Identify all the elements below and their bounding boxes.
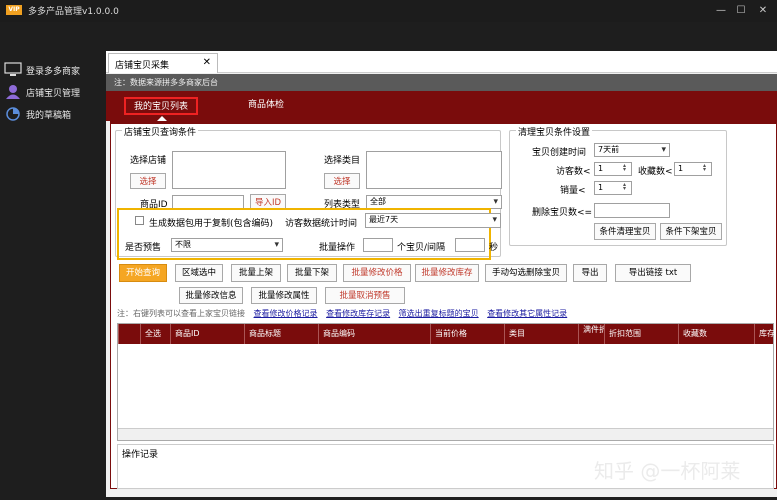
batch-op-label: 批量操作 bbox=[319, 243, 356, 253]
list-type-select[interactable]: 全部 bbox=[366, 195, 502, 209]
tab-my-products[interactable]: 我的宝贝列表 bbox=[124, 97, 198, 115]
shop-list-box[interactable] bbox=[172, 151, 286, 189]
clean-conditions-group: 清理宝贝条件设置 宝贝创建时间 7天前 访客数< 1 收藏数< 1 销量< 1 … bbox=[509, 125, 727, 246]
batch-edit-info-button[interactable]: 批量修改信息 bbox=[179, 287, 243, 304]
column-header-favorites[interactable]: 收藏数 bbox=[678, 324, 754, 344]
other-attr-record-link[interactable]: 查看修改其它属性记录 bbox=[487, 309, 567, 318]
offline-products-button[interactable]: 条件下架宝贝 bbox=[660, 223, 722, 240]
select-category-label: 选择类目 bbox=[324, 156, 361, 166]
category-list-box[interactable] bbox=[366, 151, 502, 189]
column-header-product-id[interactable]: 商品ID bbox=[170, 324, 244, 344]
delete-count-label: 删除宝贝数<= bbox=[532, 208, 593, 218]
visitors-input[interactable]: 1 bbox=[594, 162, 632, 176]
select-category-button[interactable]: 选择 bbox=[324, 173, 360, 189]
minimize-button[interactable]: — bbox=[714, 5, 728, 17]
maximize-button[interactable]: ☐ bbox=[734, 5, 748, 17]
sidebar-item-label: 店铺宝贝管理 bbox=[26, 89, 81, 99]
sidebar: 登录多多商家 店铺宝贝管理 我的草稿箱 bbox=[0, 22, 105, 500]
batch-offline-button[interactable]: 批量下架 bbox=[287, 264, 337, 282]
source-note: 注：数据来源拼多多商家后台 bbox=[106, 74, 777, 91]
created-time-label: 宝贝创建时间 bbox=[532, 148, 587, 158]
column-header-stock[interactable]: 库存 bbox=[754, 324, 774, 344]
column-header-full-discount[interactable]: 满件折扣 bbox=[578, 324, 604, 344]
tab-product-check[interactable]: 商品体检 bbox=[236, 97, 296, 115]
tab-label: 店铺宝贝采集 bbox=[115, 61, 170, 71]
product-id-input[interactable] bbox=[172, 195, 244, 209]
export-link-button[interactable]: 导出链接 txt bbox=[615, 264, 691, 282]
favorites-label: 收藏数< bbox=[638, 167, 673, 177]
stock-record-link[interactable]: 查看修改库存记录 bbox=[326, 309, 390, 318]
sales-input[interactable]: 1 bbox=[594, 181, 632, 195]
column-header-price[interactable]: 当前价格 bbox=[430, 324, 504, 344]
column-header-blank bbox=[118, 324, 140, 344]
manual-delete-button[interactable]: 手动勾选删除宝贝 bbox=[485, 264, 567, 282]
generate-package-label: 生成数据包用于复制(包含编码) bbox=[149, 219, 274, 229]
main-panel: 店铺宝贝采集 ✕ 注：数据来源拼多多商家后台 我的宝贝列表 商品体检 店铺宝贝查… bbox=[106, 51, 777, 497]
batch-cancel-presale-button[interactable]: 批量取消预售 bbox=[325, 287, 405, 304]
visitor-range-select[interactable]: 最近7天 bbox=[365, 213, 501, 228]
favorites-input[interactable]: 1 bbox=[674, 162, 712, 176]
generate-package-checkbox[interactable] bbox=[135, 216, 144, 225]
sidebar-item-login[interactable]: 登录多多商家 bbox=[4, 60, 104, 80]
sidebar-item-drafts[interactable]: 我的草稿箱 bbox=[4, 104, 104, 124]
column-header-title[interactable]: 商品标题 bbox=[244, 324, 318, 344]
duplicate-title-link[interactable]: 筛选出重复标题的宝贝 bbox=[399, 309, 479, 318]
column-header-discount-range[interactable]: 折扣范围 bbox=[604, 324, 678, 344]
sidebar-item-label: 我的草稿箱 bbox=[26, 111, 72, 121]
group-title: 店铺宝贝查询条件 bbox=[122, 125, 199, 138]
price-record-link[interactable]: 查看修改价格记录 bbox=[254, 309, 318, 318]
tab-shop-collect[interactable]: 店铺宝贝采集 ✕ bbox=[108, 53, 218, 73]
created-time-select[interactable]: 7天前 bbox=[594, 143, 670, 157]
select-shop-button[interactable]: 选择 bbox=[130, 173, 166, 189]
source-note-text: 注：数据来源拼多多商家后台 bbox=[114, 78, 218, 87]
monitor-icon bbox=[4, 62, 22, 76]
title-bar: VIP 多多产品管理v1.0.0.0 — ☐ ✕ bbox=[0, 0, 777, 22]
visitor-range-label: 访客数据统计时间 bbox=[285, 219, 358, 229]
watermark: 知乎 @一杯阿莱 bbox=[594, 459, 741, 483]
right-click-note: 注：右键列表可以查看上家宝贝链接 bbox=[117, 309, 245, 318]
visitors-label: 访客数< bbox=[556, 167, 591, 177]
export-button[interactable]: 导出 bbox=[573, 264, 607, 282]
sub-tab-bar: 我的宝贝列表 商品体检 bbox=[106, 91, 777, 121]
seconds-label: 秒 bbox=[489, 243, 499, 253]
operation-log-title: 操作记录 bbox=[122, 450, 159, 460]
delete-count-input[interactable] bbox=[594, 203, 670, 218]
product-grid[interactable]: 全选 商品ID 商品标题 商品编码 当前价格 类目 满件折扣 折扣范围 收藏数 … bbox=[117, 323, 774, 441]
content-area: 店铺宝贝查询条件 选择店铺 选择 选择类目 选择 商品ID 导入ID 列表类型 … bbox=[110, 121, 777, 489]
pie-chart-icon bbox=[6, 107, 20, 121]
app-title: 多多产品管理v1.0.0.0 bbox=[28, 7, 119, 17]
batch-edit-attr-button[interactable]: 批量修改属性 bbox=[251, 287, 317, 304]
sidebar-item-label: 登录多多商家 bbox=[26, 67, 81, 77]
sidebar-item-shop-manage[interactable]: 店铺宝贝管理 bbox=[4, 82, 104, 102]
presale-select[interactable]: 不限 bbox=[171, 238, 283, 252]
column-header-select-all[interactable]: 全选 bbox=[140, 324, 170, 344]
column-header-code[interactable]: 商品编码 bbox=[318, 324, 430, 344]
start-query-button[interactable]: 开始查询 bbox=[119, 264, 167, 282]
horizontal-scrollbar[interactable] bbox=[118, 428, 773, 440]
user-icon bbox=[6, 85, 20, 99]
interval-seconds-input[interactable] bbox=[455, 238, 485, 252]
select-region-button[interactable]: 区域选中 bbox=[175, 264, 223, 282]
vip-badge: VIP bbox=[6, 5, 22, 15]
batch-edit-price-button[interactable]: 批量修改价格 bbox=[343, 264, 411, 282]
per-item-interval-label: 个宝贝/间隔 bbox=[397, 243, 446, 253]
column-header-category[interactable]: 类目 bbox=[504, 324, 578, 344]
group-title: 清理宝贝条件设置 bbox=[516, 125, 593, 138]
presale-label: 是否预售 bbox=[125, 243, 162, 253]
clean-products-button[interactable]: 条件清理宝贝 bbox=[594, 223, 656, 240]
select-shop-label: 选择店铺 bbox=[130, 156, 167, 166]
sales-label: 销量< bbox=[560, 186, 586, 196]
grid-header: 全选 商品ID 商品标题 商品编码 当前价格 类目 满件折扣 折扣范围 收藏数 … bbox=[118, 324, 774, 344]
batch-count-input[interactable] bbox=[363, 238, 393, 252]
record-links: 注：右键列表可以查看上家宝贝链接 查看修改价格记录 查看修改库存记录 筛选出重复… bbox=[117, 308, 567, 319]
close-icon[interactable]: ✕ bbox=[203, 57, 211, 68]
batch-edit-stock-button[interactable]: 批量修改库存 bbox=[415, 264, 479, 282]
batch-online-button[interactable]: 批量上架 bbox=[231, 264, 281, 282]
tab-strip: 店铺宝贝采集 ✕ bbox=[106, 51, 777, 73]
close-button[interactable]: ✕ bbox=[756, 5, 770, 17]
